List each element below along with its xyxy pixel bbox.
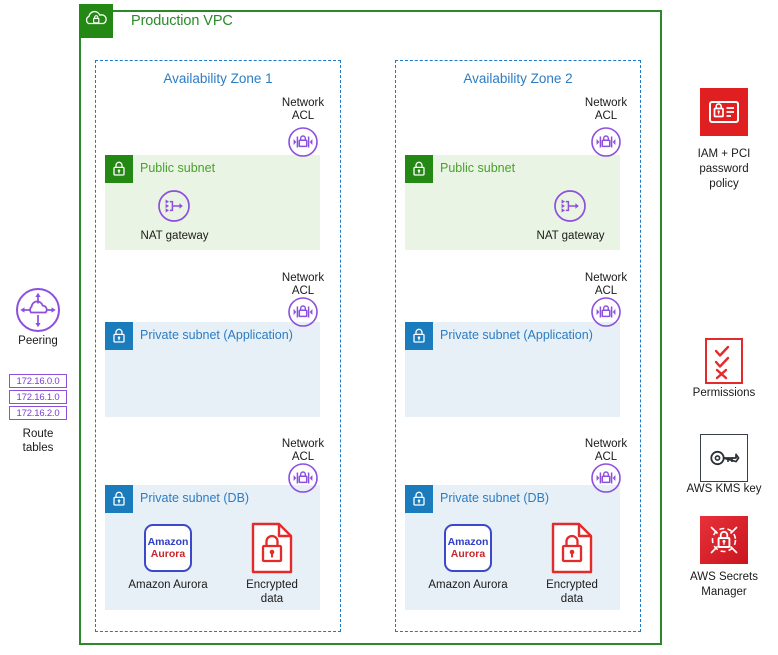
- aws-kms-key-label: AWS KMS key: [686, 483, 762, 495]
- subnet-lock-icon: [405, 155, 433, 183]
- availability-zone-2-title: Availability Zone 2: [463, 71, 573, 86]
- aurora-badge-bottom: Aurora: [450, 548, 486, 560]
- iam-label-line1: IAM + PCI: [697, 148, 751, 160]
- subnet-lock-icon: [105, 322, 133, 350]
- encrypted-data-label-line1: Encrypted: [246, 579, 298, 591]
- az2-nat-gateway-label: NAT gateway: [536, 230, 605, 242]
- nacl-label-line1: Network: [584, 97, 628, 109]
- network-acl-icon: [287, 296, 319, 328]
- subnet-lock-icon: [405, 485, 433, 513]
- network-acl-icon: [590, 462, 622, 494]
- permissions-label: Permissions: [692, 387, 756, 399]
- route-table-entry: 172.16.2.0: [9, 406, 67, 420]
- aurora-badge-top: Amazon: [147, 536, 189, 548]
- route-tables-label-line2: tables: [22, 442, 54, 454]
- nacl-label-line1: Network: [584, 438, 628, 450]
- az1-private-app-subnet-label: Private subnet (Application): [140, 328, 293, 342]
- az1-db-nacl-label: Network ACL: [272, 438, 334, 464]
- iam-pci-password-policy-label: IAM + PCI password policy: [676, 147, 772, 192]
- encrypted-data-icon: [549, 522, 595, 579]
- vpc-cloud-lock-icon: [79, 4, 113, 38]
- nacl-label-line2: ACL: [291, 110, 315, 122]
- az2-db-nacl-label: Network ACL: [575, 438, 637, 464]
- aurora-badge-bottom: Aurora: [150, 548, 186, 560]
- az1-app-nacl-label: Network ACL: [272, 272, 334, 298]
- encrypted-data-label-line2: data: [260, 593, 284, 605]
- secrets-manager-label-line2: Manager: [701, 586, 747, 598]
- aws-secrets-manager-label: AWS Secrets Manager: [676, 570, 772, 600]
- permissions-icon: [705, 338, 743, 384]
- az2-amazon-aurora-label: Amazon Aurora: [428, 579, 508, 591]
- encrypted-data-icon: [249, 522, 295, 579]
- az2-private-db-subnet-label: Private subnet (DB): [440, 491, 550, 505]
- network-acl-icon: [287, 126, 319, 158]
- vpc-title: Production VPC: [131, 13, 233, 29]
- secrets-manager-label-line1: AWS Secrets: [690, 571, 758, 583]
- az2-public-nacl-label: Network ACL: [575, 97, 637, 123]
- aws-secrets-manager-icon: [700, 516, 748, 564]
- encrypted-data-label-line2: data: [560, 593, 584, 605]
- nacl-label-line1: Network: [281, 97, 325, 109]
- az2-nat-gateway-icon: [553, 189, 587, 228]
- iam-label-line2: password: [699, 163, 749, 175]
- az2-app-nacl-label: Network ACL: [575, 272, 637, 298]
- nacl-label-line1: Network: [281, 272, 325, 284]
- peering-label: Peering: [18, 335, 58, 347]
- az1-nat-gateway-icon: [157, 189, 191, 228]
- az1-amazon-aurora-label: Amazon Aurora: [128, 579, 208, 591]
- route-tables-label: Route tables: [5, 427, 71, 455]
- network-acl-icon: [590, 126, 622, 158]
- nacl-label-line1: Network: [584, 272, 628, 284]
- az1-nat-gateway-label: NAT gateway: [140, 230, 209, 242]
- subnet-lock-icon: [405, 322, 433, 350]
- az1-public-nacl-label: Network ACL: [272, 97, 334, 123]
- iam-label-line3: policy: [709, 178, 739, 190]
- route-tables-label-line1: Route: [22, 428, 54, 440]
- subnet-lock-icon: [105, 155, 133, 183]
- az2-encrypted-data-label: Encrypted data: [532, 578, 612, 606]
- az1-private-db-subnet-label: Private subnet (DB): [140, 491, 250, 505]
- subnet-lock-icon: [105, 485, 133, 513]
- network-acl-icon: [590, 296, 622, 328]
- az2-public-subnet-label: Public subnet: [440, 161, 516, 175]
- encrypted-data-label-line1: Encrypted: [546, 579, 598, 591]
- nacl-label-line1: Network: [281, 438, 325, 450]
- aws-kms-key-icon: [700, 434, 748, 482]
- amazon-aurora-icon: Amazon Aurora: [444, 524, 492, 572]
- network-acl-icon: [287, 462, 319, 494]
- aurora-badge-top: Amazon: [447, 536, 489, 548]
- az1-public-subnet-label: Public subnet: [140, 161, 216, 175]
- amazon-aurora-icon: Amazon Aurora: [144, 524, 192, 572]
- az1-encrypted-data-label: Encrypted data: [232, 578, 312, 606]
- route-table-entry: 172.16.0.0: [9, 374, 67, 388]
- nacl-label-line2: ACL: [594, 110, 618, 122]
- az2-private-app-subnet-label: Private subnet (Application): [440, 328, 593, 342]
- route-table-entry: 172.16.1.0: [9, 390, 67, 404]
- iam-pci-password-policy-icon: [700, 88, 748, 136]
- vpc-peering-icon: [14, 286, 62, 339]
- availability-zone-1-title: Availability Zone 1: [163, 71, 273, 86]
